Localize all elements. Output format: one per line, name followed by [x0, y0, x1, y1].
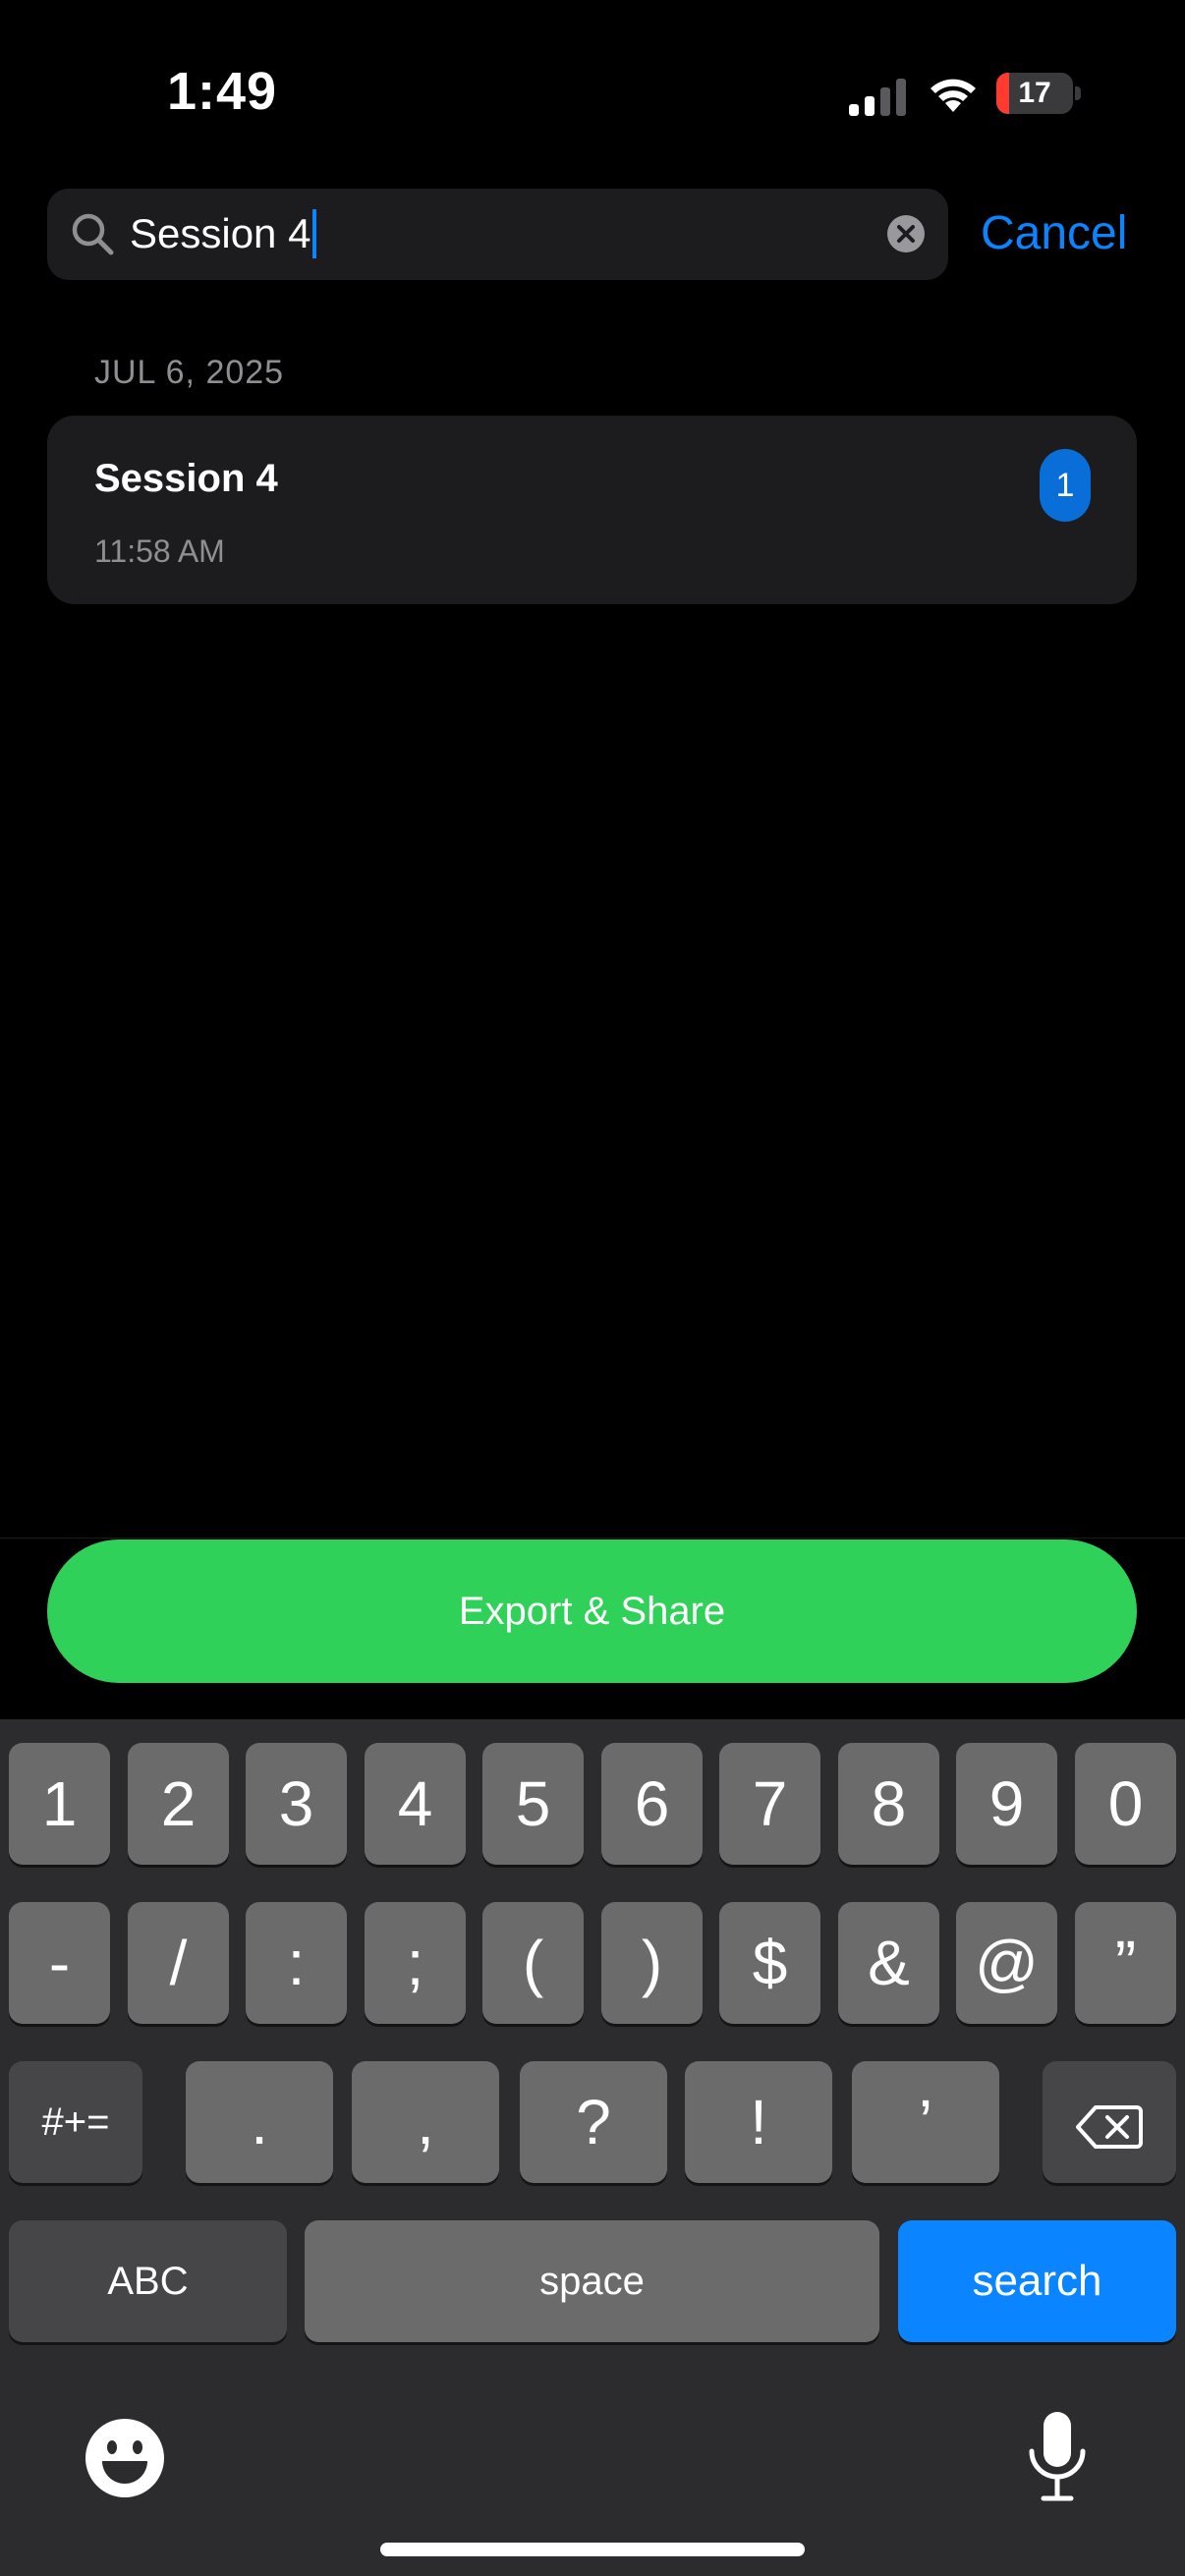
- battery-level: 17: [1018, 77, 1051, 109]
- key-dollar[interactable]: $: [719, 1902, 820, 2024]
- status-bar: 1:49 17: [0, 0, 1185, 187]
- key-open-paren[interactable]: (: [482, 1902, 584, 2024]
- search-input-value[interactable]: Session 4: [130, 206, 317, 261]
- text-caret: [312, 208, 317, 258]
- status-time: 1:49: [167, 62, 278, 121]
- delete-icon: [1076, 2105, 1143, 2150]
- key-1[interactable]: 1: [9, 1743, 110, 1865]
- cellular-signal-icon: [849, 79, 906, 116]
- key-ampersand[interactable]: &: [838, 1902, 939, 2024]
- wifi-icon: [931, 79, 976, 112]
- key-3[interactable]: 3: [246, 1743, 347, 1865]
- key-8[interactable]: 8: [838, 1743, 939, 1865]
- clear-text-icon[interactable]: [886, 214, 926, 253]
- session-time: 11:58 AM: [94, 533, 225, 569]
- keyboard: 1 2 3 4 5 6 7 8 9 0 - / : ; ( ) $ & @ ” …: [0, 1719, 1185, 2576]
- microphone-icon[interactable]: [1026, 2410, 1089, 2504]
- key-hyphen[interactable]: -: [9, 1902, 110, 2024]
- key-quote[interactable]: ”: [1075, 1902, 1176, 2024]
- count-badge: 1: [1040, 449, 1091, 522]
- key-apostrophe[interactable]: ’: [852, 2061, 999, 2183]
- key-semicolon[interactable]: ;: [365, 1902, 466, 2024]
- list-item-session[interactable]: Session 4 11:58 AM 1: [47, 416, 1137, 604]
- delete-key[interactable]: [1043, 2061, 1176, 2183]
- emoji-icon[interactable]: [85, 2418, 165, 2498]
- key-close-paren[interactable]: ): [601, 1902, 703, 2024]
- key-abc[interactable]: ABC: [9, 2220, 287, 2342]
- key-comma[interactable]: ,: [352, 2061, 499, 2183]
- key-exclamation[interactable]: !: [685, 2061, 832, 2183]
- key-2[interactable]: 2: [128, 1743, 229, 1865]
- key-9[interactable]: 9: [956, 1743, 1057, 1865]
- cancel-button[interactable]: Cancel: [981, 202, 1127, 265]
- key-space[interactable]: space: [305, 2220, 879, 2342]
- key-search[interactable]: search: [898, 2220, 1176, 2342]
- section-header-date: JUL 6, 2025: [94, 354, 285, 391]
- key-4[interactable]: 4: [365, 1743, 466, 1865]
- key-slash[interactable]: /: [128, 1902, 229, 2024]
- key-question[interactable]: ?: [520, 2061, 667, 2183]
- home-indicator: [380, 2543, 805, 2556]
- key-0[interactable]: 0: [1075, 1743, 1176, 1865]
- export-share-button[interactable]: Export & Share: [47, 1540, 1137, 1683]
- search-input[interactable]: Session 4: [47, 189, 948, 280]
- divider: [0, 1538, 1185, 1539]
- key-at[interactable]: @: [956, 1902, 1057, 2024]
- key-6[interactable]: 6: [601, 1743, 703, 1865]
- key-more-symbols[interactable]: #+=: [9, 2061, 142, 2183]
- key-5[interactable]: 5: [482, 1743, 584, 1865]
- battery-icon: 17: [996, 73, 1081, 114]
- key-period[interactable]: .: [186, 2061, 333, 2183]
- key-colon[interactable]: :: [246, 1902, 347, 2024]
- key-7[interactable]: 7: [719, 1743, 820, 1865]
- session-title: Session 4: [94, 457, 278, 500]
- search-icon: [72, 213, 114, 255]
